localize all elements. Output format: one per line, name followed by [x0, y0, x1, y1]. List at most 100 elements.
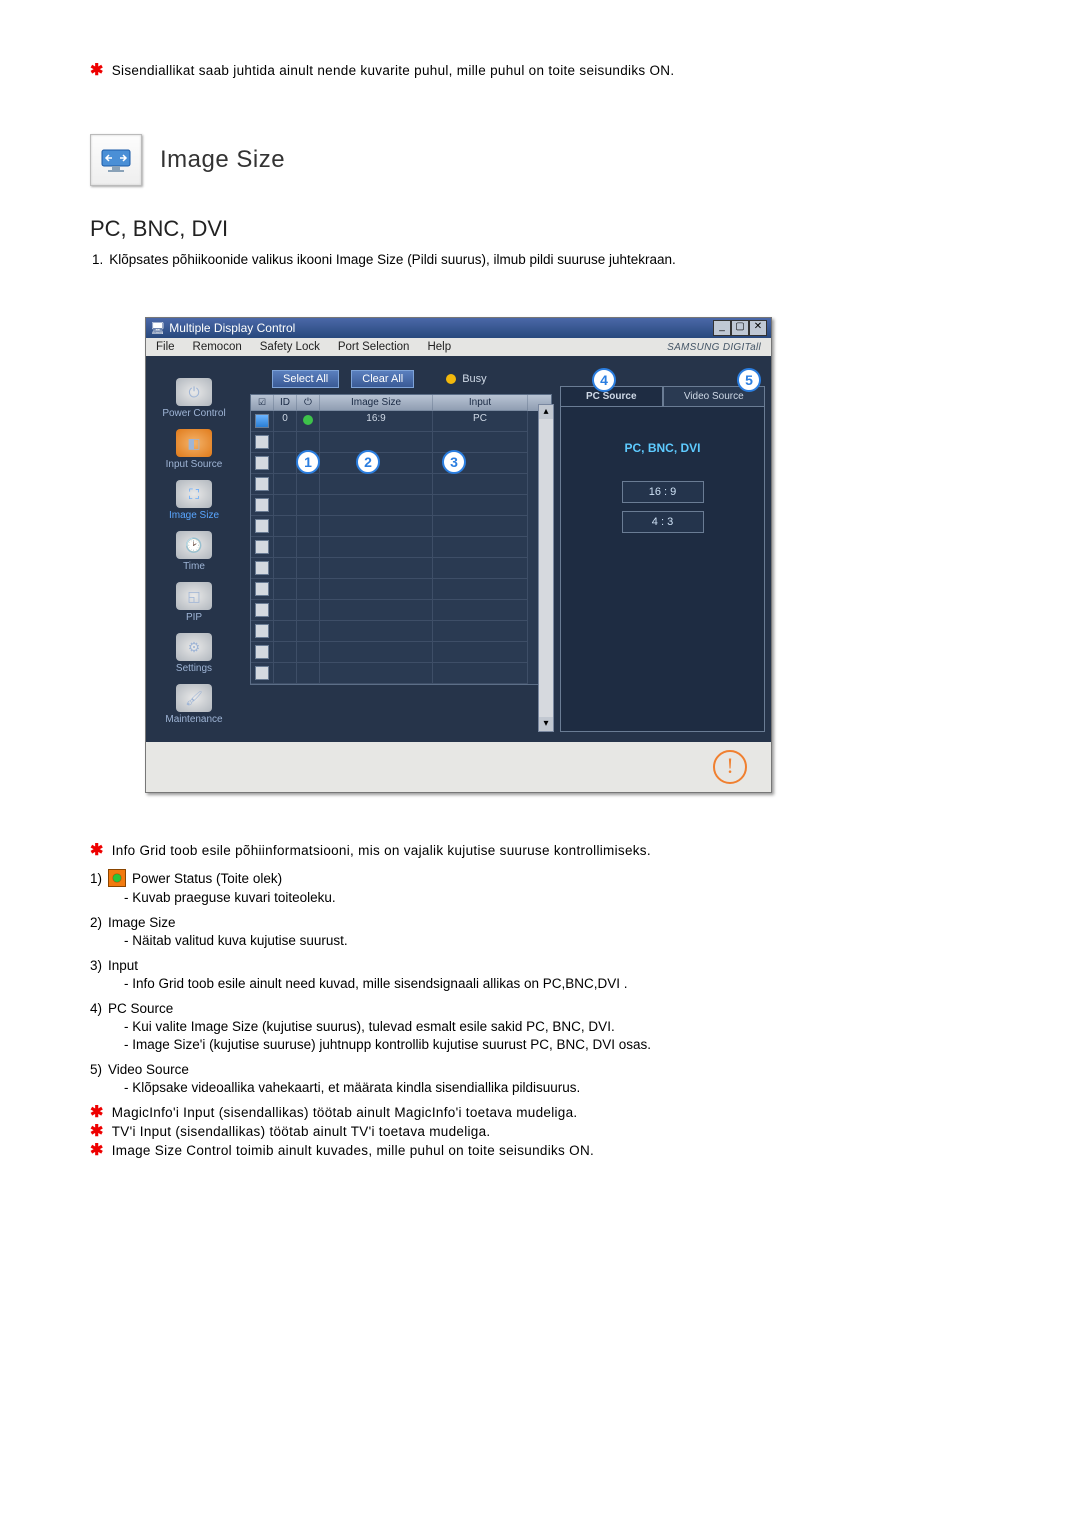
app-icon: 🖥 — [150, 321, 165, 335]
scroll-up-icon[interactable]: ▴ — [539, 405, 553, 419]
grid-header: ID ⏻ Image Size Input — [251, 395, 551, 411]
col-input: Input — [433, 395, 528, 411]
busy-label: Busy — [462, 373, 486, 385]
row-checkbox[interactable] — [255, 603, 269, 617]
explanation-list: 1) Power Status (Toite olek) Kuvab praeg… — [90, 869, 810, 1095]
exp-detail: Klõpsake videoallika vahekaarti, et määr… — [124, 1080, 810, 1095]
sidebar-item-maintenance[interactable]: 🖌 Maintenance — [146, 680, 242, 731]
grid-row[interactable] — [251, 579, 551, 600]
app-window: 🖥 Multiple Display Control _ ▢ ✕ File Re… — [145, 317, 772, 793]
maximize-button[interactable]: ▢ — [731, 320, 749, 336]
sidebar-item-power[interactable]: ⏻ Power Control — [146, 374, 242, 425]
row-checkbox[interactable] — [255, 582, 269, 596]
menu-port-selection[interactable]: Port Selection — [338, 341, 410, 353]
sidebar-item-pip[interactable]: ◱ PIP — [146, 578, 242, 629]
exp-title: Image Size — [108, 915, 176, 930]
sidebar-label-image-size: Image Size — [146, 510, 242, 521]
sidebar-label-power: Power Control — [146, 408, 242, 419]
row-checkbox[interactable] — [255, 435, 269, 449]
row-checkbox[interactable] — [255, 624, 269, 638]
sidebar-item-image-size[interactable]: ⛶ Image Size — [146, 476, 242, 527]
note-text: Info Grid toob esile põhiinformatsiooni,… — [112, 843, 810, 858]
menu-remocon[interactable]: Remocon — [193, 341, 242, 353]
grid-row[interactable] — [251, 642, 551, 663]
sidebar-item-time[interactable]: 🕑 Time — [146, 527, 242, 578]
sidebar-item-input[interactable]: ◧ Input Source — [146, 425, 242, 476]
menu-safety-lock[interactable]: Safety Lock — [260, 341, 320, 353]
grid-row[interactable] — [251, 432, 551, 453]
row-checkbox[interactable] — [255, 414, 269, 428]
brand-label: SAMSUNG DIGITall — [667, 342, 761, 353]
grid-row[interactable] — [251, 516, 551, 537]
note-line: ✱ Info Grid toob esile põhiinformatsioon… — [90, 843, 810, 859]
pip-icon: ◱ — [176, 582, 212, 610]
col-id: ID — [274, 395, 297, 411]
callout-4: 4 — [592, 368, 616, 392]
exp-title: Video Source — [108, 1062, 189, 1077]
row-checkbox[interactable] — [255, 477, 269, 491]
grid-row[interactable] — [251, 495, 551, 516]
grid-row[interactable] — [251, 474, 551, 495]
sidebar-label-input: Input Source — [146, 459, 242, 470]
row-checkbox[interactable] — [255, 666, 269, 680]
sidebar: ⏻ Power Control ◧ Input Source ⛶ Image S… — [146, 356, 242, 742]
row-id: 0 — [274, 411, 297, 432]
exp-detail: Näitab valitud kuva kujutise suurust. — [124, 933, 810, 948]
grid-row[interactable]: 0 16:9 PC — [251, 411, 551, 432]
sidebar-item-settings[interactable]: ⚙ Settings — [146, 629, 242, 680]
sidebar-label-time: Time — [146, 561, 242, 572]
row-checkbox[interactable] — [255, 645, 269, 659]
minimize-button[interactable]: _ — [713, 320, 731, 336]
settings-icon: ⚙ — [176, 633, 212, 661]
row-checkbox[interactable] — [255, 561, 269, 575]
window-buttons: _ ▢ ✕ — [713, 320, 767, 336]
power-status-icon — [108, 869, 126, 887]
note-text: Image Size Control toimib ainult kuvades… — [112, 1143, 810, 1158]
row-checkbox[interactable] — [255, 456, 269, 470]
exp-item-5: 5) Video Source Klõpsake videoallika vah… — [90, 1062, 810, 1095]
close-button[interactable]: ✕ — [749, 320, 767, 336]
exp-detail: Kui valite Image Size (kujutise suurus),… — [124, 1019, 810, 1034]
row-checkbox[interactable] — [255, 519, 269, 533]
right-content: PC, BNC, DVI 16 : 9 4 : 3 — [560, 407, 765, 732]
grid-row[interactable] — [251, 537, 551, 558]
time-icon: 🕑 — [176, 531, 212, 559]
callout-5: 5 — [737, 368, 761, 392]
callout-1: 1 — [296, 450, 320, 474]
input-source-icon: ◧ — [176, 429, 212, 457]
exp-item-4: 4) PC Source Kui valite Image Size (kuju… — [90, 1001, 810, 1052]
menu-help[interactable]: Help — [427, 341, 451, 353]
ratio-4-3-button[interactable]: 4 : 3 — [622, 511, 704, 533]
exp-title: Power Status (Toite olek) — [132, 871, 282, 886]
star-icon: ✱ — [90, 63, 104, 79]
row-checkbox[interactable] — [255, 540, 269, 554]
grid-row[interactable] — [251, 663, 551, 684]
menu-file[interactable]: File — [156, 341, 175, 353]
ratio-16-9-button[interactable]: 16 : 9 — [622, 481, 704, 503]
grid-row[interactable] — [251, 558, 551, 579]
intro-line: 1. Klõpsates põhiikoonide valikus ikooni… — [92, 252, 810, 267]
clear-all-button[interactable]: Clear All — [351, 370, 414, 388]
grid-row[interactable] — [251, 621, 551, 642]
vertical-scrollbar[interactable]: ▴ ▾ — [538, 404, 554, 732]
row-input: PC — [433, 411, 528, 432]
maintenance-icon: 🖌 — [176, 684, 212, 712]
row-checkbox[interactable] — [255, 498, 269, 512]
select-all-button[interactable]: Select All — [272, 370, 339, 388]
scroll-down-icon[interactable]: ▾ — [539, 717, 553, 731]
callout-2: 2 — [356, 450, 380, 474]
col-image-size: Image Size — [320, 395, 433, 411]
star-icon: ✱ — [90, 843, 104, 859]
note-line: ✱ TV'i Input (sisendallikas) töötab ainu… — [90, 1124, 810, 1140]
note-text: MagicInfo'i Input (sisendallikas) töötab… — [112, 1105, 810, 1120]
scroll-track[interactable] — [539, 419, 553, 717]
col-checkbox[interactable] — [251, 395, 274, 411]
star-icon: ✱ — [90, 1124, 104, 1140]
row-image-size: 16:9 — [320, 411, 433, 432]
exp-detail: Image Size'i (kujutise suuruse) juhtnupp… — [124, 1037, 810, 1052]
image-size-sidebar-icon: ⛶ — [176, 480, 212, 508]
exp-title: PC Source — [108, 1001, 173, 1016]
note-text: TV'i Input (sisendallikas) töötab ainult… — [112, 1124, 810, 1139]
col-power-icon: ⏻ — [297, 395, 320, 411]
grid-row[interactable] — [251, 600, 551, 621]
